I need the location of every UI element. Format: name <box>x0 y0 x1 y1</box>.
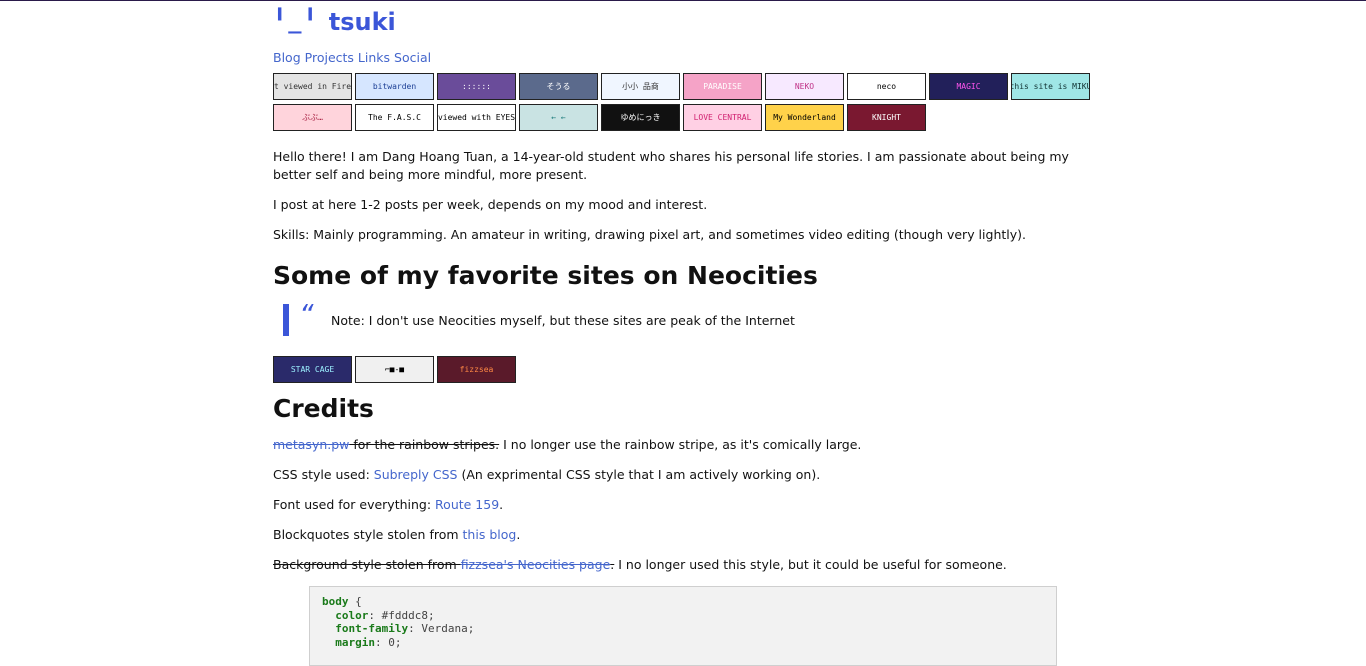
credit-metasyn-struck: for the rainbow stripes. <box>349 437 500 452</box>
code-prop: color <box>335 608 369 622</box>
metasyn-link[interactable]: metasyn.pw <box>273 437 349 452</box>
credit-css-prefix: CSS style used: <box>273 467 374 482</box>
site-button-88x31[interactable]: :::::: <box>437 73 516 100</box>
nav-projects-link[interactable]: Projects <box>305 49 354 67</box>
code-prop: font-family <box>335 622 409 635</box>
code-line: margin: 0; <box>322 636 1044 650</box>
css-code-block: body { color: #fdddc8; font-family: Verd… <box>309 586 1057 666</box>
credit-font-suffix: . <box>499 497 504 512</box>
note-blockquote: “ Note: I don't use Neocities myself, bu… <box>273 297 1087 340</box>
site-title-link[interactable]: tsuki <box>329 7 396 37</box>
button-88x31-grid: Best viewed in Firefoxbitwarden::::::そうる… <box>273 73 1093 131</box>
logo-face-icon: ╹_╹ <box>273 9 319 34</box>
code-prop: margin <box>335 635 375 649</box>
credit-blockquote-suffix: . <box>516 527 521 542</box>
site-button-88x31[interactable]: MAGIC <box>929 73 1008 100</box>
credit-css-suffix: (An exprimental CSS style that I am acti… <box>457 467 821 482</box>
main-nav: Blog Projects Links Social <box>273 49 1087 67</box>
page: ╹_╹ tsuki Blog Projects Links Social Bes… <box>273 7 1090 666</box>
site-button-88x31[interactable]: viewed with EYES <box>437 104 516 131</box>
nav-links-link[interactable]: Links <box>358 49 390 67</box>
code-selector: body <box>322 595 349 608</box>
credit-background: Background style stolen from fizzsea's N… <box>273 556 1087 574</box>
posting-paragraph: I post at here 1-2 posts per week, depen… <box>273 197 708 212</box>
credit-metasyn: metasyn.pw for the rainbow stripes. I no… <box>273 436 1087 454</box>
site-button-88x31[interactable]: My Wonderland <box>765 104 844 131</box>
site-button-88x31[interactable]: そうる <box>519 73 598 100</box>
site-button-88x31[interactable]: Best viewed in Firefox <box>273 73 352 100</box>
site-button-88x31[interactable]: STAR CAGE <box>273 356 352 383</box>
credit-background-struck: Background style stolen from <box>273 557 461 572</box>
credit-blockquote: Blockquotes style stolen from this blog. <box>273 526 1087 544</box>
subreply-css-link[interactable]: Subreply CSS <box>374 467 458 482</box>
code-value: : 0; <box>375 635 402 649</box>
route159-link[interactable]: Route 159 <box>435 497 499 512</box>
code-open-brace: { <box>348 595 362 608</box>
site-button-88x31[interactable]: ゆめにっき <box>601 104 680 131</box>
site-button-88x31[interactable]: fizzsea <box>437 356 516 383</box>
credit-css: CSS style used: Subreply CSS (An exprime… <box>273 466 1087 484</box>
nav-blog-link[interactable]: Blog <box>273 49 301 67</box>
credit-font: Font used for everything: Route 159. <box>273 496 1087 514</box>
site-button-88x31[interactable]: bitwarden <box>355 73 434 100</box>
skills-paragraph: Skills: Mainly programming. An amateur i… <box>273 227 1026 242</box>
nav-social-link[interactable]: Social <box>394 49 431 67</box>
favorites-heading: Some of my favorite sites on Neocities <box>273 261 818 290</box>
credits-heading: Credits <box>273 394 374 423</box>
code-line: body { <box>322 595 1044 609</box>
site-button-88x31[interactable]: NEKO <box>765 73 844 100</box>
site-button-88x31[interactable]: neco <box>847 73 926 100</box>
code-value: : Verdana; <box>408 622 475 635</box>
credit-blockquote-prefix: Blockquotes style stolen from <box>273 527 463 542</box>
credit-font-prefix: Font used for everything: <box>273 497 436 512</box>
site-button-88x31[interactable]: PARADISE <box>683 73 762 100</box>
site-header: ╹_╹ tsuki <box>273 7 1087 37</box>
quote-mark-icon: “ <box>299 297 314 331</box>
site-button-88x31[interactable]: ⌐■-■ <box>355 356 434 383</box>
code-line: font-family: Verdana; <box>322 622 1044 636</box>
code-value: : #fdddc8; <box>368 608 435 622</box>
favorite-sites-buttons: STAR CAGE ⌐■-■ fizzsea <box>273 356 1087 383</box>
fizzsea-page-link[interactable]: fizzsea's Neocities page <box>461 557 611 572</box>
credit-background-note: I no longer used this style, but it coul… <box>614 557 1007 572</box>
site-button-88x31[interactable]: LOVE CENTRAL <box>683 104 762 131</box>
code-line: color: #fdddc8; <box>322 609 1044 623</box>
site-button-88x31[interactable]: ← ← <box>519 104 598 131</box>
credit-metasyn-note: I no longer use the rainbow stripe, as i… <box>499 437 862 452</box>
site-button-88x31[interactable]: The F.A.S.C <box>355 104 434 131</box>
this-blog-link[interactable]: this blog <box>463 527 517 542</box>
site-button-88x31[interactable]: 小小 品商 <box>601 73 680 100</box>
site-button-88x31[interactable]: this site is MIKU <box>1011 73 1090 100</box>
blockquote-bar <box>283 304 289 336</box>
intro-paragraph: Hello there! I am Dang Hoang Tuan, a 14-… <box>273 149 1069 182</box>
blockquote-text: Note: I don't use Neocities myself, but … <box>331 312 795 328</box>
site-button-88x31[interactable]: KNIGHT <box>847 104 926 131</box>
site-button-88x31[interactable]: ぶぶ… <box>273 104 352 131</box>
